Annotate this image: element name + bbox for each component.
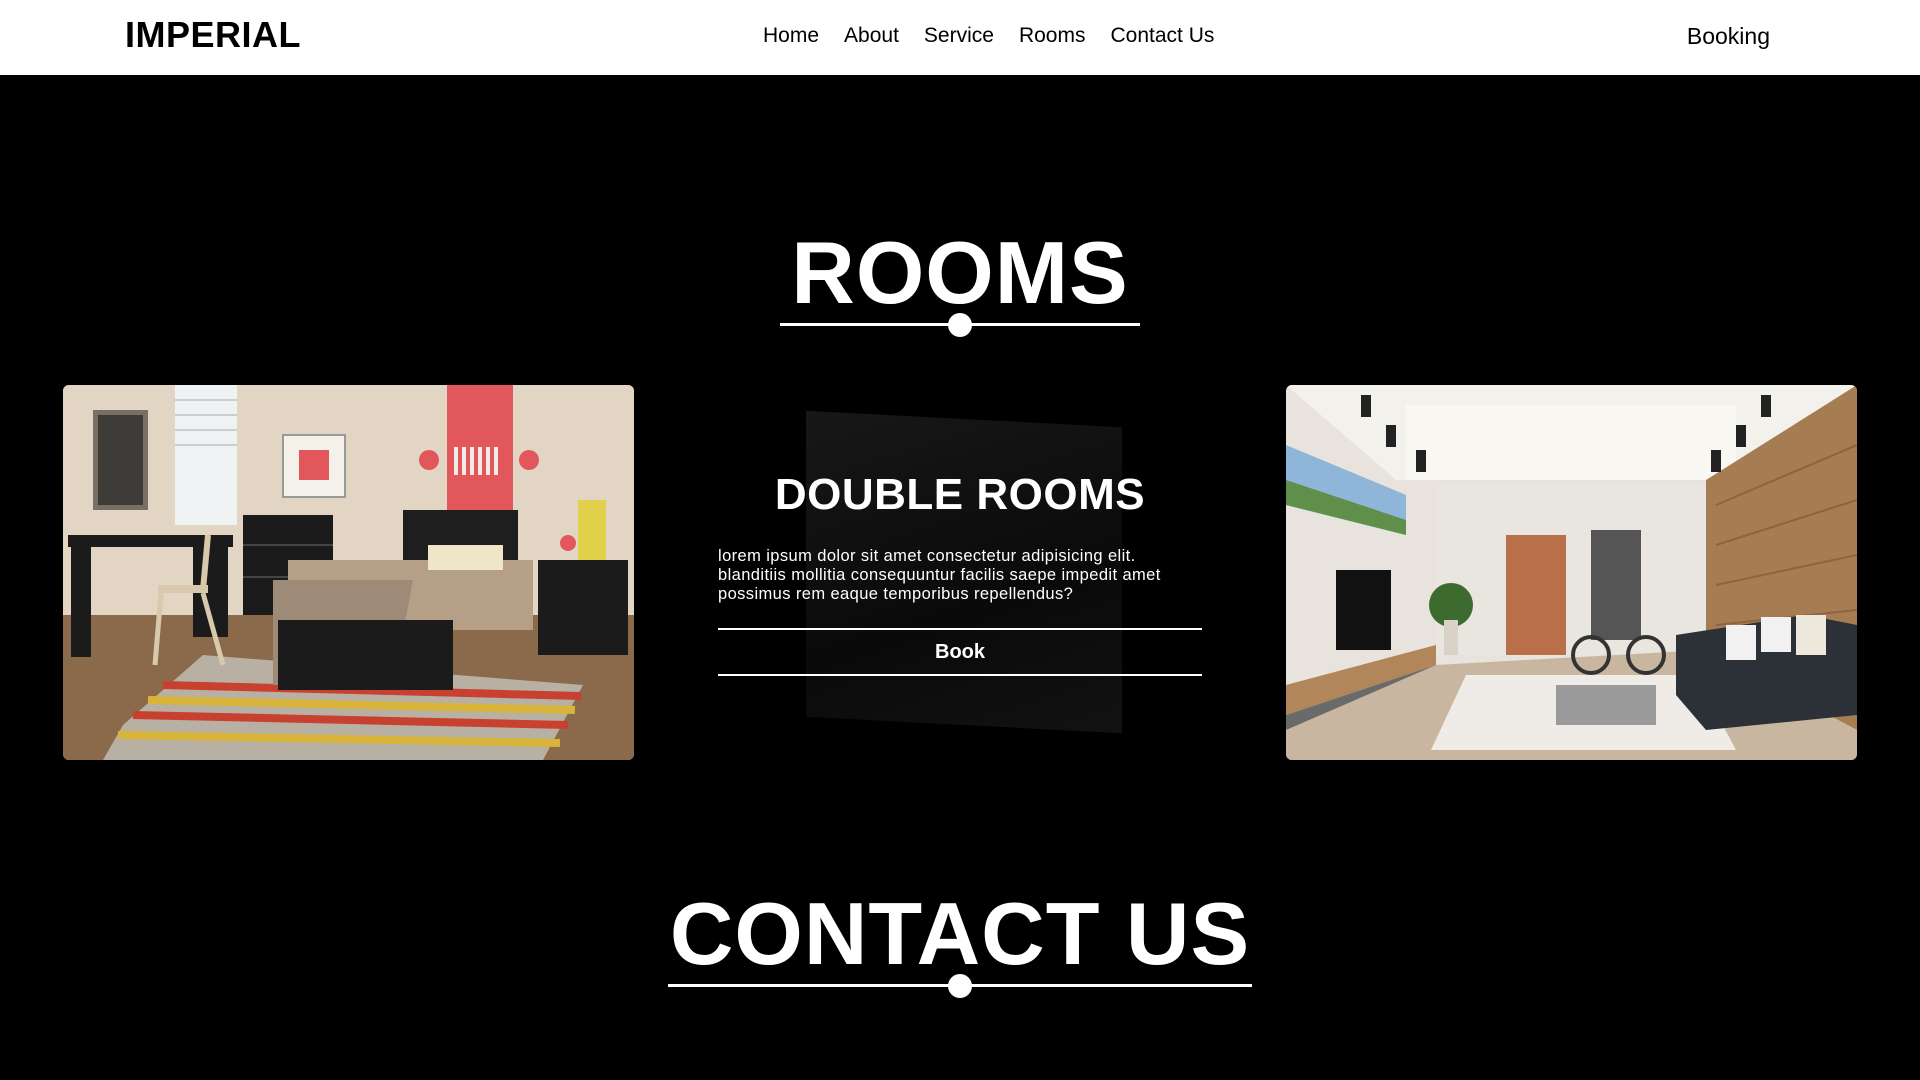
bedroom-photo — [63, 385, 634, 760]
underline-dot-icon — [948, 312, 972, 337]
nav-service-link[interactable]: Service — [924, 24, 994, 48]
room-description: lorem ipsum dolor sit amet consectetur a… — [718, 547, 1161, 603]
underline-dot-icon — [948, 973, 972, 998]
contact-heading-title: CONTACT US — [669, 884, 1251, 983]
main-nav: Home About Service Rooms Contact Us — [763, 24, 1214, 48]
rooms-section-heading: ROOMS — [0, 223, 1920, 337]
nav-about-link[interactable]: About — [844, 24, 899, 48]
rooms-heading-underline — [780, 312, 1140, 337]
rooms-heading-title: ROOMS — [791, 223, 1129, 322]
top-navbar: IMPERIAL Home About Service Rooms Contac… — [0, 0, 1920, 75]
contact-heading-underline — [668, 973, 1252, 998]
room-title: DOUBLE ROOMS — [774, 470, 1146, 519]
living-room-photo — [1286, 385, 1857, 760]
double-rooms-card: DOUBLE ROOMS lorem ipsum dolor sit amet … — [718, 385, 1202, 760]
brand-logo[interactable]: IMPERIAL — [125, 14, 301, 56]
booking-link[interactable]: Booking — [1687, 23, 1770, 50]
book-button[interactable]: Book — [718, 628, 1202, 676]
nav-home-link[interactable]: Home — [763, 24, 819, 48]
nav-rooms-link[interactable]: Rooms — [1019, 24, 1086, 48]
contact-section-heading: CONTACT US — [0, 884, 1920, 998]
nav-contact-link[interactable]: Contact Us — [1110, 24, 1214, 48]
